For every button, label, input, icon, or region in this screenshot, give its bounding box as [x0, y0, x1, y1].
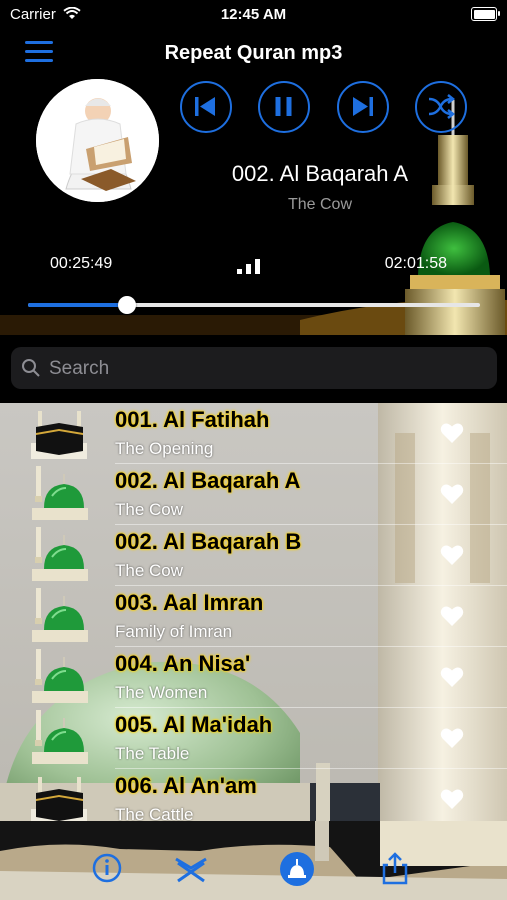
- heart-icon[interactable]: [440, 605, 464, 632]
- surah-subtitle: Family of Imran: [115, 622, 233, 641]
- tab-bar-background: [0, 821, 507, 900]
- tab-home[interactable]: [279, 851, 314, 886]
- battery-icon: [471, 7, 500, 21]
- elapsed-time: 00:25:49: [50, 255, 113, 272]
- heart-icon[interactable]: [440, 666, 464, 693]
- next-track-button[interactable]: [337, 81, 389, 133]
- info-icon: [92, 853, 122, 883]
- skip-back-icon: [195, 97, 215, 116]
- surah-subtitle: The Opening: [115, 439, 214, 458]
- pause-button[interactable]: [258, 81, 310, 133]
- total-time: 02:01:58: [384, 255, 447, 272]
- heart-icon[interactable]: [440, 727, 464, 754]
- surah-name: 003. Aal Imran: [115, 590, 264, 615]
- signal-bars-icon: [237, 258, 263, 274]
- previous-track-button[interactable]: [180, 81, 232, 133]
- seek-progress: [28, 303, 127, 307]
- heart-icon[interactable]: [440, 422, 464, 449]
- list-item[interactable]: 001. Al Fatihah The Opening: [0, 403, 507, 464]
- kaaba-icon: [28, 771, 90, 821]
- seek-thumb[interactable]: [117, 296, 136, 314]
- green-dome-icon: [28, 527, 90, 583]
- heart-icon[interactable]: [440, 483, 464, 510]
- surah-name: 002. Al Baqarah A: [115, 468, 301, 493]
- search-box[interactable]: [11, 347, 497, 391]
- surah-name: 002. Al Baqarah B: [115, 529, 302, 554]
- heart-icon[interactable]: [440, 788, 464, 815]
- surah-name: 005. Al Ma'idah: [115, 712, 273, 737]
- surah-subtitle: The Table: [115, 744, 190, 763]
- surah-subtitle: The Cow: [115, 561, 184, 580]
- search-bar-area: [0, 335, 507, 403]
- surah-subtitle: The Women: [115, 683, 208, 702]
- player-header: Carrier 12:45 AM Repeat Quran mp3 002. A…: [0, 0, 507, 335]
- list-item[interactable]: 005. Al Ma'idah The Table: [0, 708, 507, 769]
- green-dome-icon: [28, 649, 90, 705]
- battery-level-fill: [473, 9, 495, 19]
- tab-quran-reader[interactable]: [174, 851, 208, 885]
- search-input[interactable]: [47, 347, 491, 391]
- surah-list[interactable]: 001. Al Fatihah The Opening 002. Al Baqara…: [0, 403, 507, 821]
- shuffle-icon: [428, 94, 456, 119]
- home-dome-icon: [280, 852, 314, 886]
- share-icon: [382, 852, 408, 885]
- list-item[interactable]: 004. An Nisa' The Women: [0, 647, 507, 708]
- app-title: Repeat Quran mp3: [164, 42, 343, 64]
- surah-name: 006. Al An'am: [115, 773, 257, 798]
- skip-forward-icon: [353, 97, 373, 116]
- surah-subtitle: The Cow: [115, 500, 184, 519]
- list-item[interactable]: 002. Al Baqarah B The Cow: [0, 525, 507, 586]
- green-dome-icon: [28, 588, 90, 644]
- tab-share[interactable]: [378, 851, 412, 885]
- reading-child-image: [36, 79, 159, 202]
- surah-name: 001. Al Fatihah: [115, 407, 270, 432]
- surah-subtitle: The Cattle: [115, 805, 194, 821]
- list-item[interactable]: 002. Al Baqarah A The Cow: [0, 464, 507, 525]
- green-dome-icon: [28, 710, 90, 766]
- pause-icon: [275, 97, 292, 116]
- clock-label: 12:45 AM: [220, 6, 287, 23]
- bottom-tab-bar: [0, 821, 507, 900]
- album-art: [36, 79, 159, 202]
- tab-info[interactable]: [90, 851, 124, 885]
- green-dome-icon: [28, 466, 90, 522]
- heart-icon[interactable]: [440, 544, 464, 571]
- kaaba-icon: [28, 405, 90, 461]
- shuffle-button[interactable]: [415, 81, 467, 133]
- now-playing-title: 002. Al Baqarah A: [231, 161, 409, 186]
- list-item[interactable]: 003. Aal Imran Family of Imran: [0, 586, 507, 647]
- list-item[interactable]: 006. Al An'am The Cattle: [0, 769, 507, 821]
- quran-stand-icon: [175, 857, 207, 883]
- now-playing-subtitle: The Cow: [287, 196, 353, 213]
- surah-name: 004. An Nisa': [115, 651, 251, 676]
- search-icon: [22, 359, 40, 377]
- seek-slider[interactable]: [28, 296, 480, 314]
